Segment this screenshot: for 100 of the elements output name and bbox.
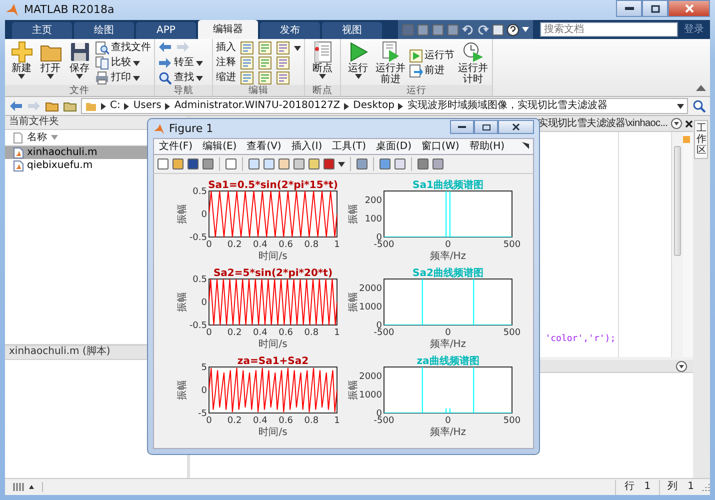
column-header[interactable]: 名称	[27, 132, 47, 144]
ribbon-tab[interactable]: 主页	[12, 22, 72, 39]
caret-icon[interactable]	[133, 76, 140, 80]
caret-icon[interactable]	[522, 27, 529, 32]
decrease-indent-icon[interactable]	[276, 71, 290, 85]
file-item[interactable]: qiebixuefu.m	[5, 159, 188, 172]
undo-icon[interactable]	[462, 24, 474, 36]
minimize-button[interactable]	[616, 0, 642, 17]
go-to-button[interactable]: 转至	[158, 56, 203, 70]
insert-figure-icon[interactable]	[276, 41, 290, 55]
path-segment[interactable]: Desktop	[353, 100, 394, 112]
caret-icon[interactable]	[196, 60, 203, 66]
ribbon-tab[interactable]: 视图	[322, 22, 382, 39]
compare-button[interactable]: 比较	[95, 56, 151, 70]
caret-icon[interactable]	[29, 485, 34, 489]
dropdown-icon[interactable]	[670, 118, 682, 129]
find-button[interactable]: 查找	[158, 71, 203, 85]
advance-icon[interactable]	[408, 64, 423, 78]
search-field[interactable]: 搜索文档	[540, 22, 678, 37]
minimize-icon[interactable]	[624, 7, 634, 10]
caret-icon[interactable]	[294, 46, 301, 50]
new-button[interactable]: 新建	[8, 41, 35, 79]
wrap-comments-icon[interactable]	[276, 56, 290, 70]
caret-icon[interactable]	[76, 74, 83, 79]
ribbon-tab[interactable]: APP	[136, 22, 196, 39]
caret-icon[interactable]	[18, 74, 25, 79]
dropdown-icon[interactable]	[676, 360, 687, 372]
scrollbar[interactable]	[670, 132, 683, 357]
save-button[interactable]: 保存	[66, 41, 93, 79]
resize-grip-icon[interactable]	[702, 483, 710, 491]
sort-caret-icon[interactable]	[51, 135, 58, 140]
edit-command-button[interactable]: 缩进	[216, 71, 236, 85]
path-segment[interactable]: Administrator.WIN7U-20180127Z	[174, 100, 340, 112]
run-and-time-icon[interactable]	[462, 41, 484, 63]
search-icon[interactable]	[158, 71, 172, 85]
ribbon-tab[interactable]: 编辑器	[198, 20, 258, 39]
back-arrow-icon[interactable]	[9, 100, 23, 112]
maximize-icon[interactable]	[650, 4, 660, 12]
printer-icon[interactable]	[95, 71, 109, 85]
increase-indent-icon[interactable]	[258, 71, 272, 85]
menu-item[interactable]: 编辑(E)	[198, 140, 242, 152]
caret-icon[interactable]	[196, 76, 203, 80]
caret-icon[interactable]	[677, 104, 684, 108]
search-icon[interactable]	[692, 99, 706, 113]
advance-button[interactable]: 前进	[408, 64, 455, 78]
insert-function-icon[interactable]	[258, 41, 272, 55]
path-segment[interactable]: C:	[110, 100, 120, 112]
up-folder-icon[interactable]	[45, 100, 59, 112]
panel-layout-icon[interactable]	[13, 482, 25, 492]
compare-icon[interactable]	[95, 56, 109, 70]
browse-folder-icon[interactable]	[63, 100, 77, 112]
path-segment[interactable]: 实现波形时域频域图像，实现切比雪夫滤波器	[407, 100, 608, 112]
figure-dialog[interactable]	[147, 118, 540, 455]
minimize-button[interactable]	[450, 120, 474, 134]
caret-icon[interactable]	[319, 74, 326, 79]
close-icon[interactable]	[684, 120, 693, 128]
breakpoints-button[interactable]: 断点	[308, 41, 337, 79]
redo-icon[interactable]	[477, 24, 489, 36]
insert-section-icon[interactable]	[240, 41, 254, 55]
caret-icon[interactable]	[354, 74, 362, 79]
path-field[interactable]: C: Users Administrator.WIN7U-20180127Z Desktop 实现波形时域频域图像，实现切比雪夫滤波器	[81, 98, 688, 114]
menu-item[interactable]: 帮助(H)	[464, 140, 510, 152]
menu-item[interactable]: 工具(T)	[327, 140, 372, 152]
print-button[interactable]: 打印	[95, 71, 151, 85]
side-tab[interactable]: 工作区	[694, 120, 708, 159]
ribbon-tab[interactable]: 发布	[260, 22, 320, 39]
run-section-icon[interactable]	[408, 49, 423, 63]
path-segment[interactable]: Users	[133, 100, 162, 112]
find-file-icon[interactable]	[95, 41, 109, 55]
smart-indent-icon[interactable]	[240, 71, 254, 85]
find-files-button[interactable]: 查找文件	[95, 41, 151, 55]
ribbon-tab[interactable]: 绘图	[74, 22, 134, 39]
caret-icon[interactable]	[47, 74, 54, 79]
collapse-ribbon-icon[interactable]	[696, 84, 706, 92]
menu-item[interactable]: 查看(V)	[242, 140, 286, 152]
open-button[interactable]: 打开	[37, 41, 64, 79]
breakpoint-icon[interactable]	[312, 41, 334, 63]
help-icon[interactable]	[507, 24, 519, 36]
menu-item[interactable]: 桌面(D)	[371, 140, 417, 152]
go-to-icon[interactable]	[158, 56, 172, 70]
restore-button[interactable]	[474, 120, 498, 134]
caret-icon[interactable]	[338, 162, 345, 166]
edit-command-button[interactable]: 注释	[216, 56, 236, 70]
run-and-time-button[interactable]: 运行并计时	[456, 41, 489, 85]
dock-arrow-icon[interactable]	[522, 142, 529, 150]
menu-item[interactable]: 插入(I)	[286, 140, 328, 152]
close-icon[interactable]	[512, 123, 520, 131]
comment-icon[interactable]	[240, 56, 254, 70]
run-section-button[interactable]: 运行节	[408, 49, 455, 63]
maximize-button[interactable]	[642, 0, 668, 17]
back-arrow-icon[interactable]	[158, 41, 172, 53]
plus-icon[interactable]	[10, 41, 32, 63]
caret-icon[interactable]	[133, 60, 140, 66]
restore-icon[interactable]	[482, 124, 490, 130]
menu-item[interactable]: 窗口(W)	[416, 140, 464, 152]
close-button[interactable]	[498, 120, 534, 134]
edit-command-button[interactable]: 插入	[216, 41, 236, 55]
run-and-advance-button[interactable]: 运行并前进	[374, 41, 407, 85]
uncomment-icon[interactable]	[258, 56, 272, 70]
login-link[interactable]: 登录	[684, 24, 704, 36]
